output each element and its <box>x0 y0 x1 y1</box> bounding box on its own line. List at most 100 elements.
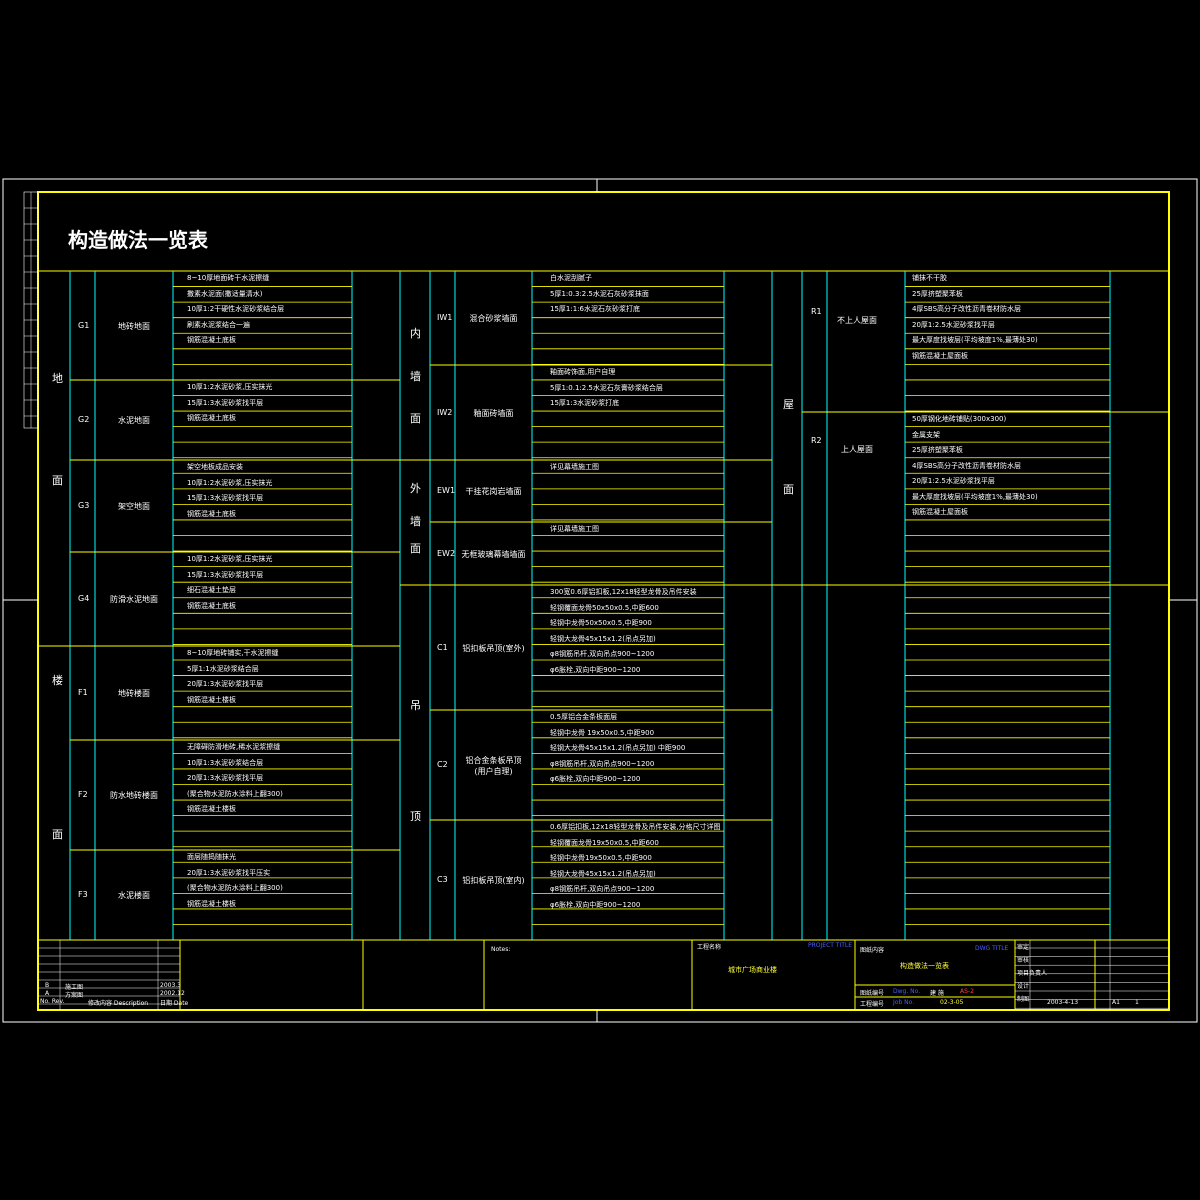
item-code: C3 <box>437 875 448 884</box>
item-name: 铝扣板吊顶(室外) <box>462 643 525 653</box>
proj-no: 02-3-05 <box>940 999 964 1006</box>
item-line: 轻钢大龙骨45x15x1.2(吊点另加) <box>550 634 656 643</box>
sign-label: 审核 <box>1017 957 1030 964</box>
item-line: 轻钢中龙骨19x50x0.5,中距900 <box>550 854 652 863</box>
item-name: 铝合金条板吊顶 <box>465 756 522 765</box>
item-line: 15厚1:3水泥砂浆找平层 <box>187 494 264 503</box>
drawing-name: 构造做法一览表 <box>900 962 949 970</box>
item-name: 上人屋面 <box>841 445 873 454</box>
item-line: 无障碍防滑地砖,稀水泥浆擦缝 <box>187 743 281 751</box>
tb-sheet: 1 <box>1135 999 1139 1006</box>
item-line: 面层随捣随抹光 <box>187 853 236 861</box>
item-code: F3 <box>78 890 88 899</box>
item-line: 8~10厚地砖铺实,干水泥擦缝 <box>187 649 279 657</box>
item-line: 钢筋混凝土楼板 <box>187 899 236 908</box>
item-line: 20厚1:3水泥砂浆找平层 <box>187 680 264 689</box>
item-line: 10厚1:2水泥砂浆,压实抹光 <box>187 478 273 487</box>
item-line: 15厚1:1:6水泥石灰砂浆打底 <box>550 305 640 314</box>
item-line: φ6胀栓,双向中距900~1200 <box>550 665 641 674</box>
item-line: 20厚1:2.5水泥砂浆找平层 <box>912 320 995 329</box>
item-code: G4 <box>78 594 90 603</box>
item-line: φ8钢筋吊杆,双向吊点900~1200 <box>550 885 655 894</box>
item-line: 0.5厚铝合金条板面层 <box>550 713 618 721</box>
category-mian4: 面 <box>410 542 421 555</box>
item-name: 地砖楼面 <box>118 689 150 698</box>
rev-date: 2002.12 <box>160 990 185 997</box>
item-name: 防滑水泥地面 <box>110 595 158 604</box>
item-line: 5厚1:1水泥砂浆结合层 <box>187 664 259 673</box>
item-line: 300宽0.6厚铝扣板,12x18轻型龙骨及吊件安装 <box>550 588 697 596</box>
sign-label: 审定 <box>1017 944 1030 951</box>
item-name: 干挂花岗岩墙面 <box>465 487 522 496</box>
item-line: 10厚1:2水泥砂浆,压实抹光 <box>187 555 273 563</box>
item-line: (聚合物水泥防水涂料上翻300) <box>187 789 283 798</box>
item-line: 15厚1:3水泥砂浆找平层 <box>187 398 264 407</box>
item-name: 釉面砖墙面 <box>473 408 514 418</box>
category-wu: 屋 <box>783 398 794 411</box>
item-name: 无框玻璃幕墙墙面 <box>461 549 526 559</box>
project-label: 工程名称 <box>697 944 722 951</box>
tb-scale: A1 <box>1112 999 1120 1006</box>
category-qiang: 墙 <box>410 370 421 383</box>
item-code: EW2 <box>437 548 456 558</box>
item-name: 不上人屋面 <box>837 315 877 325</box>
category-mian3: 面 <box>410 412 421 425</box>
item-code: G1 <box>78 320 90 330</box>
category-wai: 外 <box>410 482 421 495</box>
item-code: EW1 <box>437 486 456 495</box>
rev-no: B <box>45 982 50 989</box>
sign-label: 项目负责人 <box>1017 970 1048 977</box>
item-line: 20厚1:3水泥砂浆找平层 <box>187 774 264 783</box>
item-code: IW2 <box>437 407 453 417</box>
dwg-no-mid: 建 施 <box>930 990 944 997</box>
item-name: 水泥楼面 <box>118 891 150 900</box>
item-code: G2 <box>78 415 90 424</box>
proj-no-label: 工程编号 <box>860 1001 885 1008</box>
item-line: φ8钢筋吊杆,双向吊点900~1200 <box>550 650 655 659</box>
item-line: 5厚1:0.1:2.5水泥石灰膏砂浆结合层 <box>550 383 663 392</box>
dwg-no-label-en: Dwg. No. <box>893 988 921 995</box>
notes-label: Notes: <box>491 946 511 953</box>
item-code: F2 <box>78 790 88 799</box>
item-name: 混合砂浆墙面 <box>469 314 518 323</box>
item-line: 20厚1:3水泥砂浆找平压实 <box>187 868 271 877</box>
item-line: 铺抹不干胶 <box>912 274 947 282</box>
rev-date: 2003.3 <box>160 982 181 989</box>
rev-desc: 方案图 <box>65 992 84 999</box>
dwg-no: AS-2 <box>960 988 974 995</box>
item-line: 15厚1:3水泥砂浆找平层 <box>187 570 264 579</box>
category-qiang2: 墙 <box>410 515 421 528</box>
rev-header-date: 日期 Date <box>160 1000 189 1007</box>
item-line: φ8钢筋吊杆,双向吊点900~1200 <box>550 759 655 768</box>
item-code: R1 <box>811 306 822 316</box>
drawing-label-en: DWG TITLE <box>975 945 1009 952</box>
category-di: 地 <box>52 372 63 385</box>
item-line: 0.6厚铝扣板,12x18轻型龙骨及吊件安装,分格尺寸详图 <box>550 823 721 831</box>
item-line: 轻钢大龙骨45x15x1.2(吊点另加) <box>550 869 656 878</box>
item-line: 钢筋混凝土底板 <box>187 336 236 345</box>
item-code: R2 <box>811 436 822 445</box>
item-line: 4厚SBS高分子改性沥青卷材防水层 <box>912 305 1022 314</box>
item-line: 详见幕墙施工图 <box>550 463 599 471</box>
text-layer: 构造做法一览表 地面楼面 G1 地砖地面 8~10厚地面砖干水泥擦缝 撒素水泥面(撒适量… <box>0 0 1200 1200</box>
item-line: (聚合物水泥防水涂料上翻300) <box>187 884 283 893</box>
category-ding: 顶 <box>410 810 421 823</box>
item-code: C2 <box>437 760 448 769</box>
item-line: 5厚1:0.3:2.5水泥石灰砂浆抹面 <box>550 289 649 298</box>
item-line: 轻钢覆面龙骨50x50x0.5,中距600 <box>550 603 659 612</box>
item-line: 钢筋混凝土底板 <box>187 414 236 423</box>
item-line: 详见幕墙施工图 <box>550 525 599 533</box>
drawing-label: 图纸内容 <box>860 947 885 954</box>
item-line: 8~10厚地面砖干水泥擦缝 <box>187 274 270 282</box>
item-line: 4厚SBS高分子改性沥青卷材防水层 <box>912 461 1022 470</box>
item-line: 钢筋混凝土楼板 <box>187 805 236 814</box>
item-line: 25厚挤塑聚苯板 <box>912 289 963 298</box>
category-lou: 楼 <box>52 674 63 687</box>
item-line: φ6胀栓,双向中距900~1200 <box>550 900 641 909</box>
sign-label: 制图 <box>1017 996 1030 1003</box>
tb-date: 2003-4-13 <box>1047 999 1079 1006</box>
item-line: 20厚1:2.5水泥砂浆找平层 <box>912 477 995 486</box>
item-line: 撒素水泥面(撒适量清水) <box>187 289 263 298</box>
item-line: 刷素水泥浆结合一遍 <box>187 320 250 329</box>
item-line: 最大厚度找坡层(平均坡度1%,最薄处30) <box>912 492 1038 501</box>
